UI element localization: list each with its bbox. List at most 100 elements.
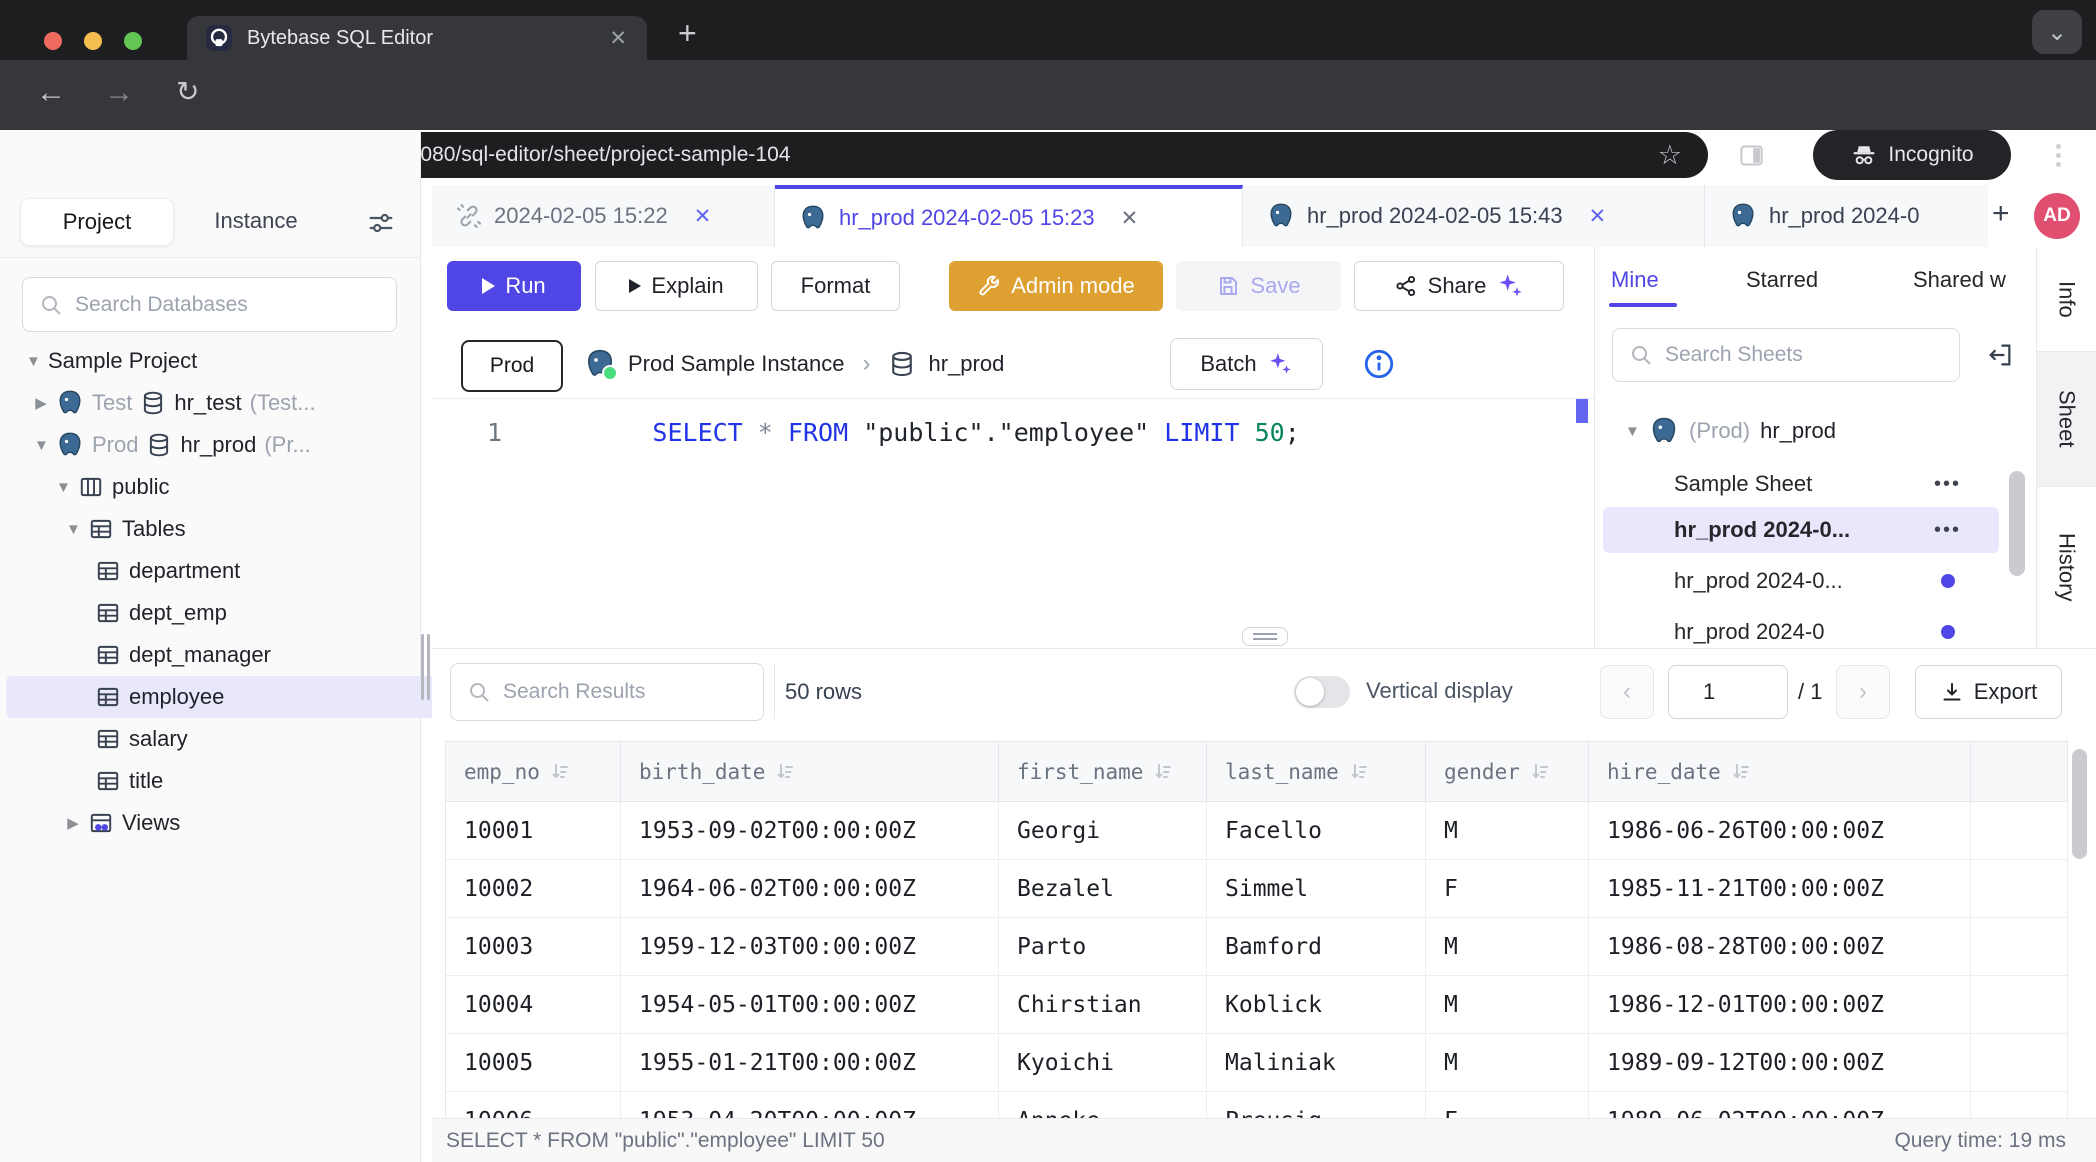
save-button[interactable]: Save <box>1176 261 1341 311</box>
tab-starred[interactable]: Starred <box>1746 267 1818 293</box>
table-cell[interactable]: 10004 <box>446 976 621 1034</box>
results-search[interactable] <box>450 663 764 721</box>
page-input[interactable] <box>1668 665 1788 719</box>
table-cell[interactable]: Anneke <box>999 1092 1207 1119</box>
worksheet-tab-1[interactable]: 2024-02-05 15:22 ✕ <box>432 185 775 247</box>
database-name[interactable]: hr_prod <box>928 351 1004 377</box>
database-search-input[interactable] <box>73 292 396 318</box>
sheet-scrollbar[interactable] <box>2009 471 2025 576</box>
new-worksheet-button[interactable]: + <box>1992 197 2010 231</box>
address-bar[interactable]: localhost:8080/sql-editor/sheet/project-… <box>248 132 1708 178</box>
browser-tab[interactable]: Bytebase SQL Editor ✕ <box>187 16 647 60</box>
table-cell[interactable]: Chirstian <box>999 976 1207 1034</box>
back-icon[interactable]: ← <box>36 76 66 110</box>
close-icon[interactable]: ✕ <box>694 204 712 229</box>
side-panel-icon[interactable] <box>1738 142 1765 169</box>
reload-icon[interactable]: ↻ <box>176 75 199 108</box>
export-button[interactable]: Export <box>1915 665 2062 719</box>
sql-editor-line[interactable]: 1 SELECT * FROM "public"."employee" LIMI… <box>432 410 1594 454</box>
tab-instance[interactable]: Instance <box>196 198 316 244</box>
chevron-down-icon[interactable]: ▼ <box>26 353 40 370</box>
table-cell[interactable]: 1964-06-02T00:00:00Z <box>621 860 999 918</box>
chevron-down-icon[interactable]: ▼ <box>34 437 48 454</box>
table-cell[interactable]: M <box>1426 918 1589 976</box>
table-cell[interactable]: F <box>1426 860 1589 918</box>
run-button[interactable]: Run <box>447 261 581 311</box>
ai-sparkle-icon[interactable] <box>1496 272 1524 300</box>
chevron-down-icon[interactable]: ▼ <box>66 521 80 538</box>
batch-button[interactable]: Batch <box>1170 338 1323 390</box>
sheet-group-prod[interactable]: ▼ (Prod) hr_prod <box>1625 405 1836 457</box>
column-header[interactable]: last_name <box>1207 742 1426 802</box>
database-search[interactable] <box>22 277 397 332</box>
column-header[interactable]: emp_no <box>446 742 621 802</box>
table-cell[interactable]: 1989-06-02T00:00:00Z <box>1589 1092 1971 1119</box>
table-cell[interactable]: 10006 <box>446 1092 621 1119</box>
table-cell[interactable]: M <box>1426 976 1589 1034</box>
browser-tab-close-icon[interactable]: ✕ <box>609 26 627 51</box>
table-cell[interactable]: 10005 <box>446 1034 621 1092</box>
worksheet-tab-3[interactable]: hr_prod 2024-02-05 15:43 ✕ <box>1243 185 1705 247</box>
explain-button[interactable]: Explain <box>595 261 758 311</box>
tab-project[interactable]: Project <box>20 198 174 246</box>
table-cell[interactable]: Bezalel <box>999 860 1207 918</box>
tab-sheet-active[interactable]: Sheet <box>2037 352 2096 487</box>
table-cell[interactable]: Koblick <box>1207 976 1426 1034</box>
chevron-right-icon[interactable]: ▶ <box>34 394 48 412</box>
window-minimize-button[interactable] <box>84 32 102 50</box>
import-sheet-icon[interactable] <box>1986 341 2014 369</box>
sidebar-resize-handle[interactable] <box>421 634 430 700</box>
table-cell[interactable]: 10003 <box>446 918 621 976</box>
more-menu-icon[interactable]: ••• <box>1934 519 1961 542</box>
table-cell[interactable]: Parto <box>999 918 1207 976</box>
table-cell[interactable]: 1959-12-03T00:00:00Z <box>621 918 999 976</box>
tab-info[interactable]: Info <box>2037 247 2096 352</box>
table-cell[interactable]: 1986-12-01T00:00:00Z <box>1589 976 1971 1034</box>
next-page-button[interactable]: › <box>1836 665 1890 719</box>
table-cell[interactable]: 1953-09-02T00:00:00Z <box>621 802 999 860</box>
worksheet-tab-2-active[interactable]: hr_prod 2024-02-05 15:23 ✕ <box>775 185 1243 247</box>
sheet-search[interactable] <box>1612 328 1960 382</box>
column-header[interactable]: first_name <box>999 742 1207 802</box>
chevron-right-icon[interactable]: ▶ <box>66 814 80 832</box>
vertical-display-toggle[interactable] <box>1294 676 1350 708</box>
window-zoom-button[interactable] <box>124 32 142 50</box>
panel-resize-handle[interactable] <box>1242 627 1288 646</box>
new-tab-button[interactable]: + <box>678 15 697 52</box>
sheet-item[interactable]: hr_prod 2024-0... <box>1603 558 1999 604</box>
window-close-button[interactable] <box>44 32 62 50</box>
prev-page-button[interactable]: ‹ <box>1600 665 1654 719</box>
sheet-item-selected[interactable]: hr_prod 2024-0... ••• <box>1603 507 1999 553</box>
table-cell[interactable]: Simmel <box>1207 860 1426 918</box>
sheet-search-input[interactable] <box>1663 342 1959 368</box>
tab-search-button[interactable]: ⌄ <box>2032 10 2082 54</box>
tab-mine[interactable]: Mine <box>1611 267 1659 293</box>
filter-sliders-icon[interactable] <box>366 208 396 238</box>
column-header[interactable]: hire_date <box>1589 742 1971 802</box>
instance-name[interactable]: Prod Sample Instance <box>628 351 844 377</box>
table-cell[interactable]: Preusig <box>1207 1092 1426 1119</box>
tab-history[interactable]: History <box>2037 487 2096 647</box>
table-cell[interactable]: 1986-06-26T00:00:00Z <box>1589 802 1971 860</box>
sheet-item[interactable]: Sample Sheet ••• <box>1603 461 1999 507</box>
table-cell[interactable]: F <box>1426 1092 1589 1119</box>
table-cell[interactable]: 1986-08-28T00:00:00Z <box>1589 918 1971 976</box>
admin-mode-button[interactable]: Admin mode <box>949 261 1163 311</box>
table-cell[interactable]: 1955-01-21T00:00:00Z <box>621 1034 999 1092</box>
avatar[interactable]: AD <box>2034 193 2080 239</box>
forward-icon[interactable]: → <box>104 76 134 110</box>
share-button[interactable]: Share <box>1354 261 1564 311</box>
tree-item-tables[interactable]: ▼ Tables <box>0 508 486 550</box>
tab-shared[interactable]: Shared w <box>1913 267 2006 293</box>
results-search-input[interactable] <box>501 679 763 705</box>
worksheet-tab-4[interactable]: hr_prod 2024-0 <box>1705 185 1988 247</box>
table-cell[interactable]: 10001 <box>446 802 621 860</box>
close-icon[interactable]: ✕ <box>1121 206 1139 231</box>
table-cell[interactable]: 1954-05-01T00:00:00Z <box>621 976 999 1034</box>
column-header[interactable]: birth_date <box>621 742 999 802</box>
table-cell[interactable]: Georgi <box>999 802 1207 860</box>
table-cell[interactable]: 1953-04-20T00:00:00Z <box>621 1092 999 1119</box>
table-cell[interactable]: M <box>1426 1034 1589 1092</box>
table-cell[interactable]: Bamford <box>1207 918 1426 976</box>
info-icon[interactable] <box>1362 347 1396 381</box>
